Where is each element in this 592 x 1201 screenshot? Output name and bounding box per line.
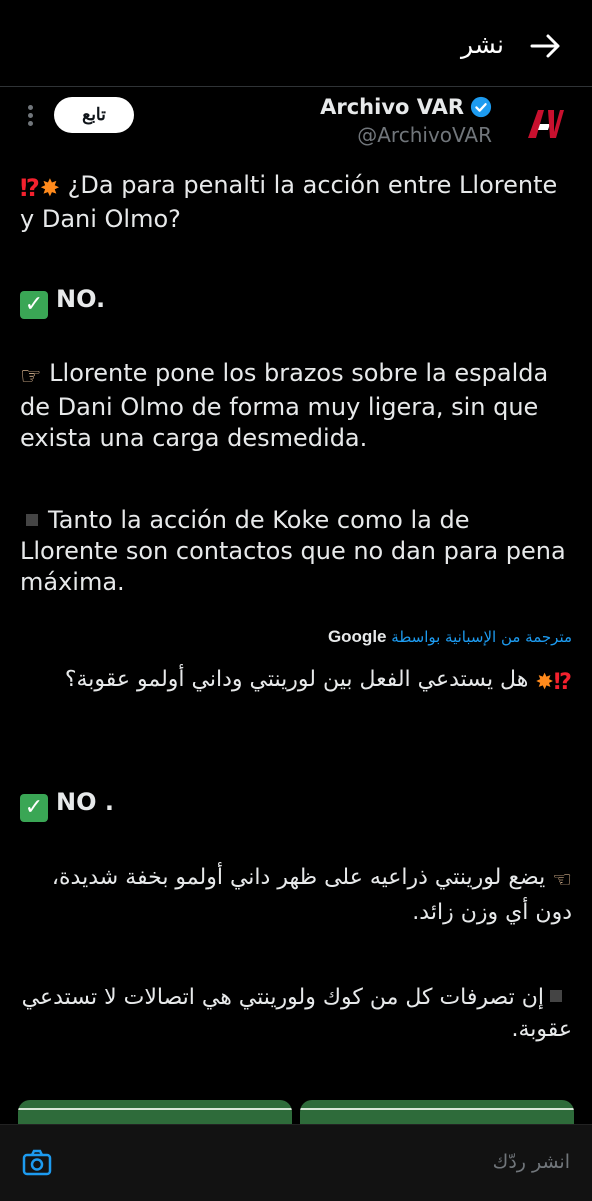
- tweet-text: NO .: [56, 788, 114, 816]
- tweet-text: يضع لورينتي ذراعيه على ظهر داني أولمو بخ…: [51, 865, 572, 925]
- camera-icon[interactable]: [22, 1148, 52, 1178]
- google-logo: Google: [327, 627, 387, 646]
- interrobang-emoji: ⁉: [553, 670, 572, 695]
- check-mark-emoji: ✓: [20, 794, 48, 822]
- page-title: نشر: [460, 30, 504, 59]
- top-bar: نشر: [0, 0, 592, 84]
- collision-emoji: ✸: [39, 174, 60, 202]
- back-arrow-icon[interactable]: [528, 28, 564, 64]
- tweet-original-line4: Tanto la acción de Koke como la de Llore…: [20, 505, 575, 598]
- square-emoji: [550, 990, 562, 1002]
- reply-bar: انشر ردّك: [0, 1124, 592, 1201]
- check-mark-emoji: ✓: [20, 291, 48, 319]
- divider: [0, 86, 592, 87]
- tweet-translated-line3: ☜ يضع لورينتي ذراعيه على ظهر داني أولمو …: [17, 862, 572, 929]
- media-thumbnail-1[interactable]: [18, 1100, 292, 1124]
- square-emoji: [26, 514, 38, 526]
- translation-label: مترجمة من الإسبانية بواسطة: [391, 628, 572, 646]
- tweet-original-line2: ✓ NO.: [20, 284, 575, 319]
- author-name[interactable]: Archivo VAR: [320, 95, 464, 119]
- tweet-text: إن تصرفات كل من كوك ولورينتي هي اتصالات …: [21, 985, 572, 1042]
- tweet-original-line1: ⁉✸ ¿Da para penalti la acción entre Llor…: [20, 170, 575, 235]
- tweet-translated-line1: ⁉✸ هل يستدعي الفعل بين لورينتي وداني أول…: [17, 664, 572, 699]
- reply-input[interactable]: انشر ردّك: [493, 1151, 570, 1173]
- collision-emoji: ✸: [535, 670, 554, 695]
- avatar[interactable]: [524, 104, 564, 144]
- tweet-text: ¿Da para penalti la acción entre Llorent…: [20, 171, 558, 233]
- tweet-text: Llorente pone los brazos sobre la espald…: [20, 359, 549, 452]
- translation-attribution[interactable]: مترجمة من الإسبانية بواسطة Google: [328, 627, 572, 647]
- tweet-original-line3: ☞ Llorente pone los brazos sobre la espa…: [20, 358, 575, 454]
- verified-badge-icon: [470, 96, 492, 118]
- pointing-hand-emoji: ☜: [552, 868, 572, 893]
- media-thumbnail-2[interactable]: [300, 1100, 574, 1124]
- tweet-text: NO.: [56, 285, 106, 313]
- pointing-hand-emoji: ☞: [20, 362, 42, 390]
- author-handle[interactable]: @ArchivoVAR: [357, 123, 492, 147]
- interrobang-emoji: ⁉: [20, 174, 40, 202]
- more-vertical-icon[interactable]: [22, 102, 38, 130]
- tweet-translated-line2: ✓ NO .: [20, 787, 575, 822]
- tweet-translated-line4: إن تصرفات كل من كوك ولورينتي هي اتصالات …: [17, 982, 572, 1046]
- tweet-text: هل يستدعي الفعل بين لورينتي وداني أولمو …: [64, 667, 529, 692]
- tweet-text: Tanto la acción de Koke como la de Llore…: [20, 506, 566, 596]
- follow-button[interactable]: تابع: [54, 97, 134, 133]
